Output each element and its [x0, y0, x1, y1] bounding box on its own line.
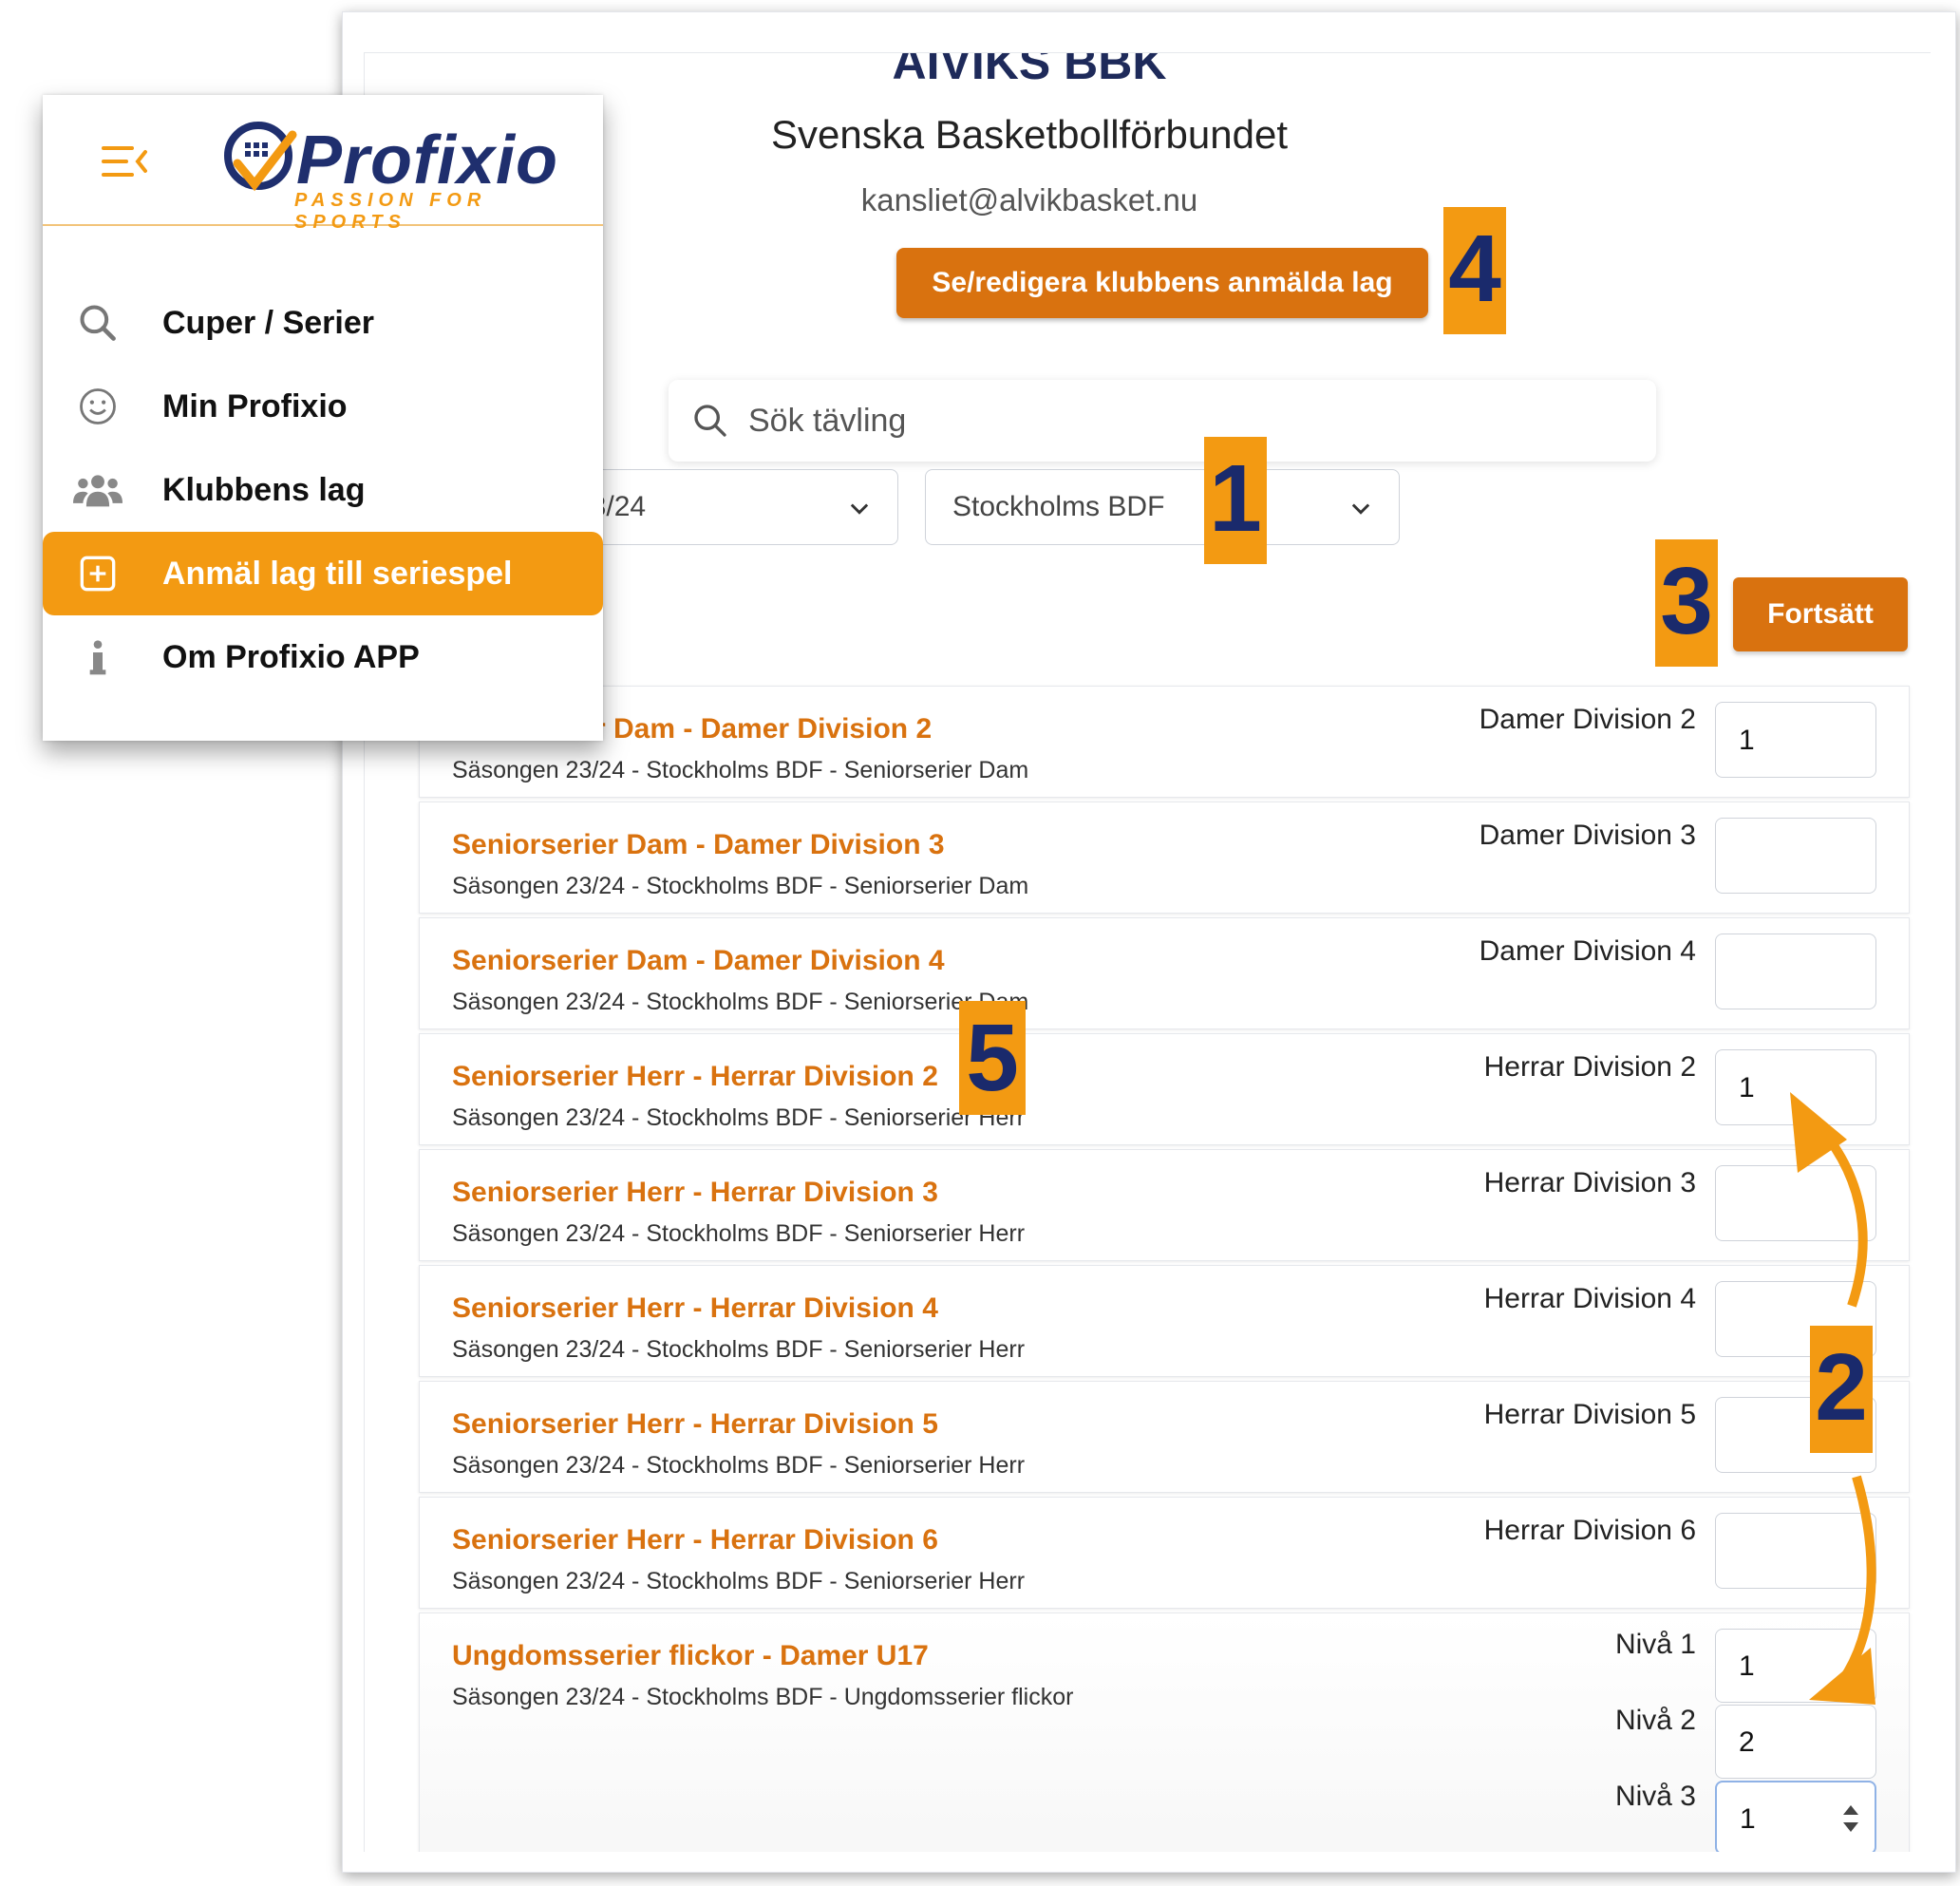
competition-title[interactable]: Seniorserier Herr - Herrar Division 6 [452, 1524, 938, 1556]
info-icon [69, 638, 126, 676]
marker-5-badge: 5 [959, 1001, 1026, 1115]
menu-item-about[interactable]: Om Profixio APP [43, 615, 603, 699]
list-item-youth: Ungdomsserier flickor - Damer U17 Säsong… [419, 1613, 1910, 1852]
menu-item-label: Klubbens lag [162, 471, 366, 508]
profixio-logo: Profixio PASSION FOR SPORTS [218, 110, 589, 233]
team-count-input[interactable] [1715, 1513, 1876, 1589]
level-1-input[interactable]: 1 [1715, 1629, 1876, 1703]
menu-item-club-teams[interactable]: Klubbens lag [43, 448, 603, 532]
chevron-down-icon [1351, 503, 1370, 515]
users-icon [69, 469, 126, 511]
division-label: Herrar Division 2 [1483, 1051, 1696, 1083]
competition-subtitle: Säsongen 23/24 - Stockholms BDF - Senior… [452, 757, 1029, 783]
level-label: Nivå 3 [1614, 1781, 1696, 1812]
search-icon [69, 302, 126, 344]
federation-value: Stockholms BDF [952, 491, 1165, 522]
menu-item-register-team[interactable]: Anmäl lag till seriespel [43, 532, 603, 615]
view-edit-teams-button[interactable]: Se/redigera klubbens anmälda lag [896, 248, 1428, 318]
team-count-input[interactable]: 1 [1715, 702, 1876, 778]
menu-item-label: Min Profixio [162, 387, 348, 424]
competition-subtitle: Säsongen 23/24 - Stockholms BDF - Ungdom… [452, 1684, 1074, 1710]
marker-4-badge: 4 [1443, 207, 1506, 334]
logo-tagline: PASSION FOR SPORTS [294, 190, 487, 233]
division-label: Damer Division 2 [1479, 704, 1696, 735]
competition-subtitle: Säsongen 23/24 - Stockholms BDF - Senior… [452, 989, 1029, 1015]
menu-item-label: Om Profixio APP [162, 638, 420, 675]
competition-subtitle: Säsongen 23/24 - Stockholms BDF - Senior… [452, 873, 1029, 899]
competition-title[interactable]: Seniorserier Herr - Herrar Division 2 [452, 1061, 938, 1093]
level-label: Nivå 1 [1614, 1629, 1696, 1660]
division-label: Damer Division 3 [1479, 820, 1696, 851]
smiley-icon [69, 387, 126, 426]
competition-title[interactable]: Seniorserier Dam - Damer Division 4 [452, 945, 945, 977]
list-item: Seniorserier Herr - Herrar Division 3 Sä… [419, 1149, 1910, 1261]
level-3-input[interactable]: 1 [1715, 1781, 1876, 1852]
team-count-input[interactable]: 1 [1715, 1049, 1876, 1125]
marker-2-badge: 2 [1810, 1326, 1873, 1453]
list-item: r Dam - Damer Division 2 Säsongen 23/24 … [419, 686, 1910, 798]
division-label: Herrar Division 4 [1483, 1283, 1696, 1314]
menu-item-label: Anmäl lag till seriespel [162, 555, 513, 592]
logo-text: Profixio [296, 123, 559, 198]
logo-mark-icon [224, 122, 297, 192]
marker-1-badge: 1 [1204, 437, 1267, 564]
competition-subtitle: Säsongen 23/24 - Stockholms BDF - Senior… [452, 1336, 1026, 1363]
list-item: Seniorserier Herr - Herrar Division 2 Sä… [419, 1033, 1910, 1145]
level-2-input[interactable]: 2 [1715, 1705, 1876, 1779]
stepper-icon[interactable] [1840, 1800, 1861, 1838]
competition-title[interactable]: Seniorserier Herr - Herrar Division 5 [452, 1408, 938, 1441]
competition-subtitle: Säsongen 23/24 - Stockholms BDF - Senior… [452, 1452, 1026, 1479]
side-menu: Profixio PASSION FOR SPORTS Cuper / Seri… [43, 95, 603, 741]
competition-list: r Dam - Damer Division 2 Säsongen 23/24 … [419, 686, 1910, 1852]
list-item: Seniorserier Dam - Damer Division 4 Säso… [419, 917, 1910, 1029]
competition-title[interactable]: Seniorserier Dam - Damer Division 3 [452, 829, 945, 861]
team-count-input[interactable] [1715, 1165, 1876, 1241]
division-label: Herrar Division 6 [1483, 1515, 1696, 1546]
division-label: Herrar Division 3 [1483, 1167, 1696, 1198]
competition-title[interactable]: r Dam - Damer Division 2 [594, 713, 932, 745]
list-item: Seniorserier Dam - Damer Division 3 Säso… [419, 802, 1910, 914]
federation-select[interactable]: Stockholms BDF [925, 469, 1400, 545]
list-item: Seniorserier Herr - Herrar Division 6 Sä… [419, 1497, 1910, 1609]
level-3-value: 1 [1740, 1803, 1756, 1835]
search-icon [694, 405, 726, 437]
chevron-down-icon [850, 503, 869, 515]
competition-subtitle: Säsongen 23/24 - Stockholms BDF - Senior… [452, 1568, 1026, 1594]
marker-3-badge: 3 [1655, 539, 1718, 667]
menu-header: Profixio PASSION FOR SPORTS [43, 95, 603, 233]
search-box[interactable] [669, 380, 1656, 462]
continue-button[interactable]: Fortsätt [1733, 577, 1908, 651]
level-label: Nivå 2 [1614, 1705, 1696, 1736]
division-label: Herrar Division 5 [1483, 1399, 1696, 1430]
team-count-input[interactable] [1715, 934, 1876, 1009]
menu-collapse-icon[interactable] [102, 144, 149, 179]
menu-item-cups-series[interactable]: Cuper / Serier [43, 281, 603, 365]
team-count-input[interactable] [1715, 818, 1876, 894]
competition-subtitle: Säsongen 23/24 - Stockholms BDF - Senior… [452, 1104, 1026, 1131]
list-item: Seniorserier Herr - Herrar Division 5 Sä… [419, 1381, 1910, 1493]
list-item: Seniorserier Herr - Herrar Division 4 Sä… [419, 1265, 1910, 1377]
division-label: Damer Division 4 [1479, 935, 1696, 967]
plus-square-icon [69, 555, 126, 593]
competition-title[interactable]: Ungdomsserier flickor - Damer U17 [452, 1640, 929, 1672]
search-input[interactable] [748, 402, 1603, 440]
competition-subtitle: Säsongen 23/24 - Stockholms BDF - Senior… [452, 1220, 1026, 1247]
club-name: AIVIKS BBK [892, 53, 1167, 89]
menu-item-label: Cuper / Serier [162, 304, 374, 341]
competition-title[interactable]: Seniorserier Herr - Herrar Division 3 [452, 1177, 938, 1209]
competition-title[interactable]: Seniorserier Herr - Herrar Division 4 [452, 1292, 938, 1325]
menu-item-min-profixio[interactable]: Min Profixio [43, 365, 603, 448]
